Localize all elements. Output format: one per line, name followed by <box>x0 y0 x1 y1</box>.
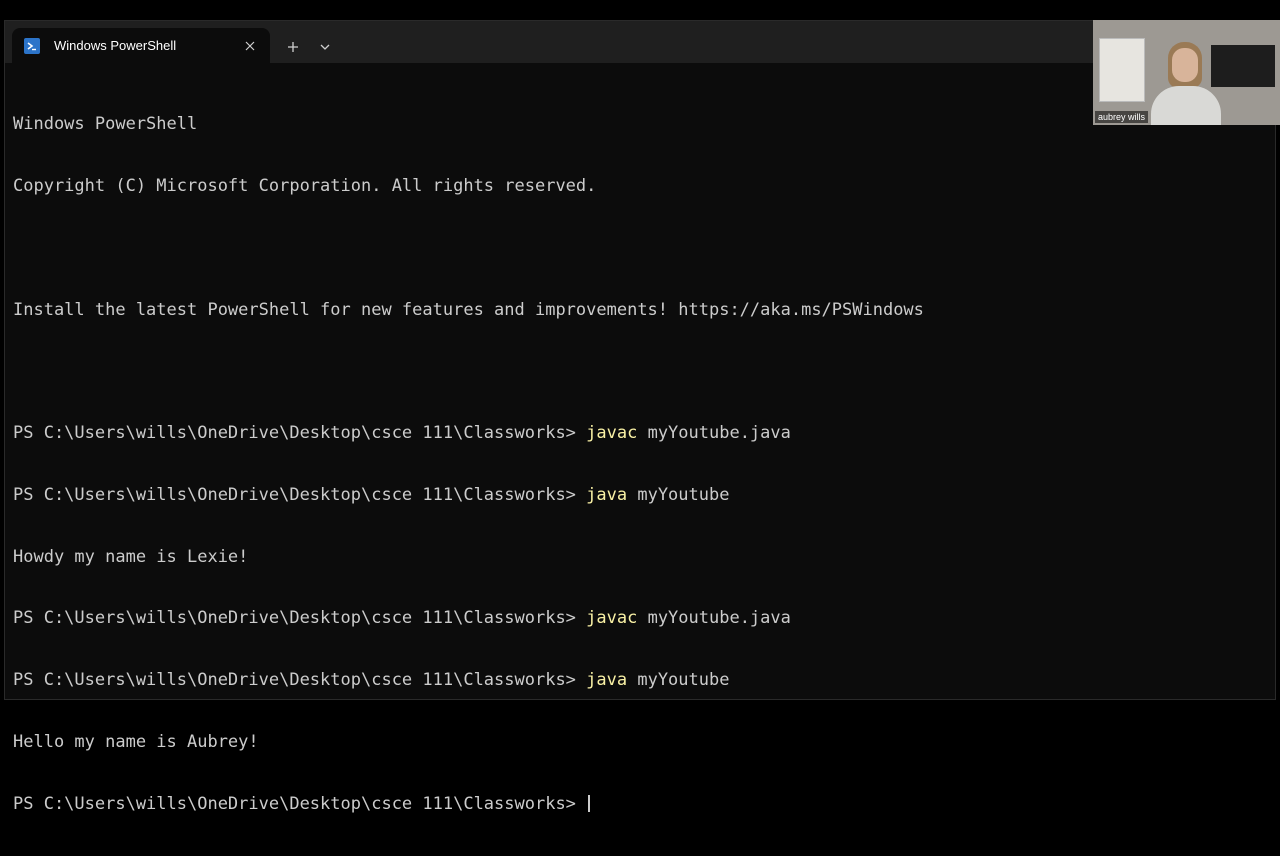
command: javac <box>586 423 638 444</box>
terminal-output[interactable]: Windows PowerShell Copyright (C) Microso… <box>13 73 1267 814</box>
command-args: myYoutube.java <box>637 608 791 629</box>
terminal-line: PS C:\Users\wills\OneDrive\Desktop\csce … <box>13 608 1267 629</box>
terminal-line: Install the latest PowerShell for new fe… <box>13 300 1267 321</box>
plus-icon[interactable] <box>279 35 307 59</box>
terminal-line: Copyright (C) Microsoft Corporation. All… <box>13 176 1267 197</box>
prompt: PS C:\Users\wills\OneDrive\Desktop\csce … <box>13 670 587 691</box>
close-icon[interactable] <box>236 34 264 58</box>
terminal-line: PS C:\Users\wills\OneDrive\Desktop\csce … <box>13 423 1267 444</box>
command: java <box>586 484 628 505</box>
terminal-line: PS C:\Users\wills\OneDrive\Desktop\csce … <box>13 670 1267 691</box>
prompt: PS C:\Users\wills\OneDrive\Desktop\csce … <box>13 484 587 505</box>
line-text: Install the latest PowerShell for new fe… <box>13 299 924 320</box>
command-args: myYoutube <box>627 484 730 505</box>
participant-video[interactable]: aubrey wills <box>1093 20 1280 125</box>
tab-title: Windows PowerShell <box>54 38 177 53</box>
text-cursor <box>588 794 591 812</box>
powershell-icon <box>24 37 40 54</box>
terminal-line: Hello my name is Aubrey! <box>13 732 1267 753</box>
participant-face <box>1172 48 1198 82</box>
command: javac <box>586 608 638 629</box>
participant-body <box>1151 86 1221 125</box>
prompt: PS C:\Users\wills\OneDrive\Desktop\csce … <box>13 423 587 444</box>
command-args: myYoutube.java <box>637 423 791 444</box>
line-text: Copyright (C) Microsoft Corporation. All… <box>13 175 597 196</box>
prompt: PS C:\Users\wills\OneDrive\Desktop\csce … <box>13 608 587 629</box>
line-text: Windows PowerShell <box>13 114 198 135</box>
participant-name: aubrey wills <box>1095 111 1149 123</box>
command-args: myYoutube <box>627 670 730 691</box>
terminal-line: PS C:\Users\wills\OneDrive\Desktop\csce … <box>13 794 1267 815</box>
line-text: Howdy my name is Lexie! <box>13 546 249 567</box>
terminal-window: Windows PowerShell Windows PowerShell Co… <box>4 20 1276 814</box>
terminal-line: Windows PowerShell <box>13 114 1267 135</box>
terminal-line: Howdy my name is Lexie! <box>13 547 1267 568</box>
command: java <box>586 670 628 691</box>
chevron-down-icon[interactable] <box>311 35 339 59</box>
title-bar: Windows PowerShell <box>5 21 1275 63</box>
whiteboard <box>1099 38 1145 102</box>
tab-windows-powershell[interactable]: Windows PowerShell <box>12 28 270 63</box>
prompt: PS C:\Users\wills\OneDrive\Desktop\csce … <box>13 793 587 814</box>
wall-screen <box>1211 45 1275 87</box>
line-text: Hello my name is Aubrey! <box>13 732 259 752</box>
terminal-line: PS C:\Users\wills\OneDrive\Desktop\csce … <box>13 485 1267 506</box>
